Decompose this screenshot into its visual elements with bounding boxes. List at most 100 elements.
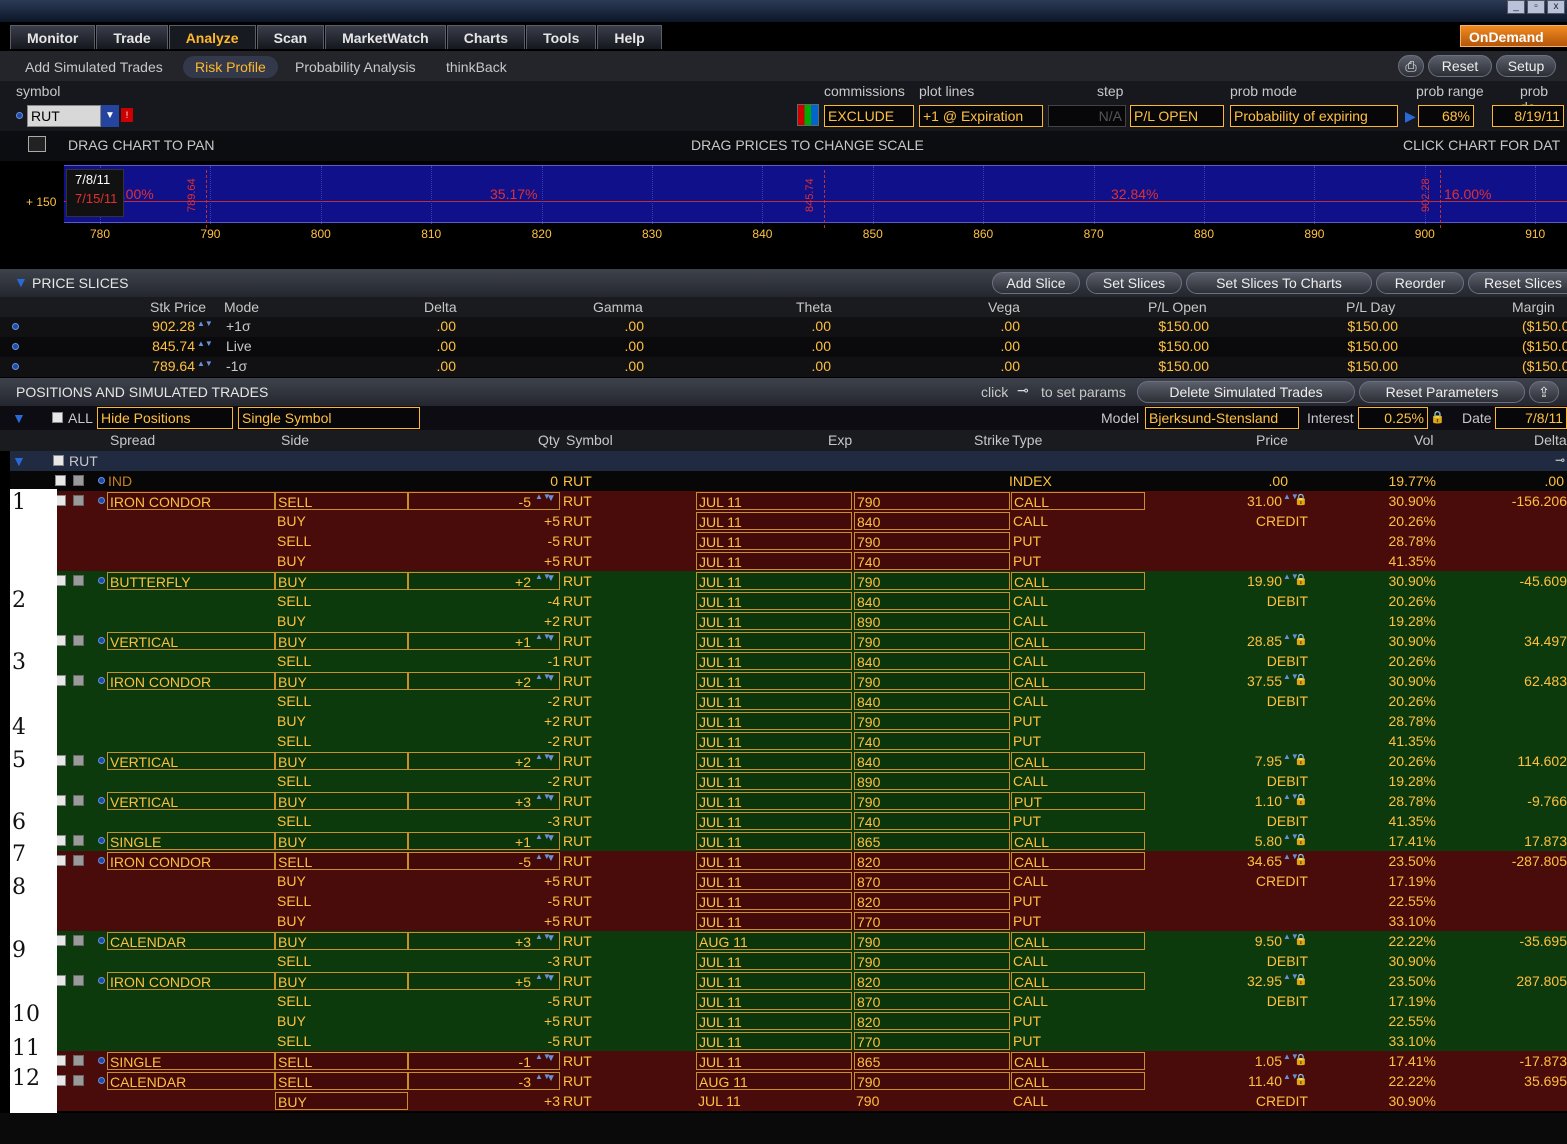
exp-select[interactable]: JUL 11 bbox=[696, 872, 852, 890]
slice-price[interactable]: 902.28 bbox=[105, 318, 195, 334]
spread-select[interactable]: VERTICAL bbox=[107, 632, 275, 650]
tab-help[interactable]: Help bbox=[597, 25, 662, 49]
delete-simulated-trades-button[interactable]: Delete Simulated Trades bbox=[1137, 381, 1355, 403]
plot-lines-select[interactable]: +1 @ Expiration bbox=[919, 105, 1043, 127]
strike-select[interactable]: 865 bbox=[854, 832, 1010, 850]
position-leg-row[interactable]: IRON CONDOR SELL -5 ▲▼ ▼ JUL 11 790 CALL 31.00 ▲▼… bbox=[10, 491, 1567, 511]
alert-icon[interactable]: ! bbox=[121, 108, 133, 122]
spread-select[interactable]: IRON CONDOR bbox=[107, 972, 275, 990]
position-leg-row[interactable]: SELL -2 JUL 11 890 CALL DEBIT 19.28% RUT bbox=[10, 771, 1567, 791]
price-value[interactable]: 19.90 bbox=[1190, 572, 1282, 590]
strike-select[interactable]: 820 bbox=[854, 852, 1010, 870]
type-select[interactable]: CALL bbox=[1011, 1052, 1145, 1070]
slice-row[interactable]: 789.64 ▲▼ -1σ .00 .00 .00 .00 $150.00 $150.00 ($1… bbox=[0, 357, 1567, 377]
risk-profile-chart[interactable]: + 150 6.00% 35.17% 32.84% 16.00% 789.64 … bbox=[0, 161, 1567, 269]
price-spinner-icon[interactable]: ▲▼ bbox=[1283, 573, 1299, 588]
side-select[interactable]: BUY bbox=[275, 672, 408, 690]
subtab-add-simulated-trades[interactable]: Add Simulated Trades bbox=[25, 56, 163, 78]
symbol-dropdown-icon[interactable]: ▼ bbox=[101, 105, 119, 127]
qty-spinner-icon[interactable]: ▲▼ bbox=[535, 833, 551, 848]
strike-select[interactable]: 890 bbox=[854, 772, 1010, 790]
strike-select[interactable]: 790 bbox=[854, 532, 1010, 550]
side-select[interactable]: BUY bbox=[275, 792, 408, 810]
qty-dropdown-icon[interactable]: ▼ bbox=[546, 633, 556, 644]
tab-trade[interactable]: Trade bbox=[96, 25, 168, 49]
slice-row[interactable]: 845.74 ▲▼ Live .00 .00 .00 .00 $150.00 $150.00 ($… bbox=[0, 337, 1567, 357]
side-select[interactable]: SELL bbox=[275, 492, 408, 510]
slice-spinner-icon[interactable]: ▲▼ bbox=[197, 340, 213, 355]
price-lock-icon[interactable]: 🔒 bbox=[1294, 854, 1308, 866]
position-leg-row[interactable]: SELL -2 JUL 11 840 CALL DEBIT 20.26% RUT bbox=[10, 691, 1567, 711]
step-input[interactable]: N/A bbox=[1048, 105, 1126, 127]
position-leg-row[interactable]: BUY +5 JUL 11 840 CALL CREDIT 20.26% RUT bbox=[10, 511, 1567, 531]
reset-slices-button[interactable]: Reset Slices bbox=[1468, 272, 1567, 294]
close-button[interactable]: x bbox=[1547, 0, 1565, 14]
price-spinner-icon[interactable]: ▲▼ bbox=[1283, 753, 1299, 768]
leg-checkbox-2[interactable] bbox=[73, 635, 84, 646]
set-slices-to-charts-button[interactable]: Set Slices To Charts bbox=[1186, 272, 1372, 294]
price-lock-icon[interactable]: 🔒 bbox=[1294, 934, 1308, 946]
strike-select[interactable]: 890 bbox=[854, 612, 1010, 630]
price-spinner-icon[interactable]: ▲▼ bbox=[1283, 833, 1299, 848]
qty-spinner-icon[interactable]: ▲▼ bbox=[535, 853, 551, 868]
exp-select[interactable]: JUL 11 bbox=[696, 512, 852, 530]
strike-select[interactable]: 740 bbox=[854, 732, 1010, 750]
spread-select[interactable]: IRON CONDOR bbox=[107, 852, 275, 870]
exp-select[interactable]: JUL 11 bbox=[696, 812, 852, 830]
strike-select[interactable]: 820 bbox=[854, 972, 1010, 990]
price-value[interactable]: 5.80 bbox=[1190, 832, 1282, 850]
type-select[interactable]: CALL bbox=[1011, 672, 1145, 690]
leg-checkbox-2[interactable] bbox=[73, 855, 84, 866]
spread-select[interactable]: BUTTERFLY bbox=[107, 572, 275, 590]
price-spinner-icon[interactable]: ▲▼ bbox=[1283, 853, 1299, 868]
qty-dropdown-icon[interactable]: ▼ bbox=[546, 573, 556, 584]
exp-select[interactable]: JUL 11 bbox=[696, 732, 852, 750]
price-value[interactable]: 1.10 bbox=[1190, 792, 1282, 810]
interest-input[interactable]: 0.25% bbox=[1358, 407, 1428, 429]
subtab-risk-profile[interactable]: Risk Profile bbox=[183, 56, 278, 78]
position-leg-row[interactable]: SELL -4 JUL 11 840 CALL DEBIT 20.26% RUT bbox=[10, 591, 1567, 611]
strike-select[interactable]: 790 bbox=[854, 792, 1010, 810]
position-leg-row[interactable]: BUY +2 JUL 11 890 CALL 19.28% RUT bbox=[10, 611, 1567, 631]
interest-lock-icon[interactable]: 🔒 bbox=[1430, 410, 1445, 424]
exp-select[interactable]: JUL 11 bbox=[696, 952, 852, 970]
type-select[interactable]: CALL bbox=[1011, 572, 1145, 590]
exp-select[interactable]: JUL 11 bbox=[696, 592, 852, 610]
position-leg-row[interactable]: CALENDAR SELL -3 ▲▼ ▼ AUG 11 790 CALL 11.40 ▲▼ 🔒 22… bbox=[10, 1071, 1567, 1091]
tab-charts[interactable]: Charts bbox=[446, 25, 526, 49]
price-spinner-icon[interactable]: ▲▼ bbox=[1283, 1073, 1299, 1088]
price-lock-icon[interactable]: 🔒 bbox=[1294, 574, 1308, 586]
leg-checkbox-2[interactable] bbox=[73, 575, 84, 586]
price-lock-icon[interactable]: 🔒 bbox=[1294, 794, 1308, 806]
type-select[interactable]: PUT bbox=[1011, 792, 1145, 810]
side-select[interactable]: BUY bbox=[275, 572, 408, 590]
exp-select[interactable]: JUL 11 bbox=[696, 1032, 852, 1050]
exp-select[interactable]: AUG 11 bbox=[696, 1072, 852, 1090]
strike-select[interactable]: 865 bbox=[854, 1052, 1010, 1070]
export-button[interactable]: ⇪ bbox=[1529, 381, 1559, 403]
spread-select[interactable]: SINGLE bbox=[107, 1052, 275, 1070]
price-value[interactable]: 9.50 bbox=[1190, 932, 1282, 950]
type-select[interactable]: CALL bbox=[1011, 832, 1145, 850]
exp-select[interactable]: JUL 11 bbox=[696, 832, 852, 850]
type-select[interactable]: CALL bbox=[1011, 492, 1145, 510]
exp-select[interactable]: JUL 11 bbox=[696, 912, 852, 930]
pl-mode-select[interactable]: P/L OPEN bbox=[1130, 105, 1224, 127]
strike-select[interactable]: 840 bbox=[854, 592, 1010, 610]
leg-checkbox-2[interactable] bbox=[73, 935, 84, 946]
spread-select[interactable]: CALENDAR bbox=[107, 1072, 275, 1090]
position-leg-row[interactable]: VERTICAL BUY +1 ▲▼ ▼ JUL 11 790 CALL 28.85 ▲▼ 🔒 30.… bbox=[10, 631, 1567, 651]
exp-select[interactable]: JUL 11 bbox=[696, 852, 852, 870]
side-select[interactable]: SELL bbox=[275, 1052, 408, 1070]
type-select[interactable]: CALL bbox=[1011, 852, 1145, 870]
qty-spinner-icon[interactable]: ▲▼ bbox=[535, 573, 551, 588]
tab-monitor[interactable]: Monitor bbox=[10, 25, 96, 49]
group-checkbox[interactable] bbox=[53, 455, 64, 466]
position-leg-row[interactable]: SELL -2 JUL 11 740 PUT 41.35% RUT bbox=[10, 731, 1567, 751]
reorder-button[interactable]: Reorder bbox=[1376, 272, 1464, 294]
exp-select[interactable]: AUG 11 bbox=[696, 932, 852, 950]
slice-spinner-icon[interactable]: ▲▼ bbox=[197, 360, 213, 375]
exp-select[interactable]: JUL 11 bbox=[696, 712, 852, 730]
strike-select[interactable]: 740 bbox=[854, 552, 1010, 570]
side-select[interactable]: BUY bbox=[275, 832, 408, 850]
